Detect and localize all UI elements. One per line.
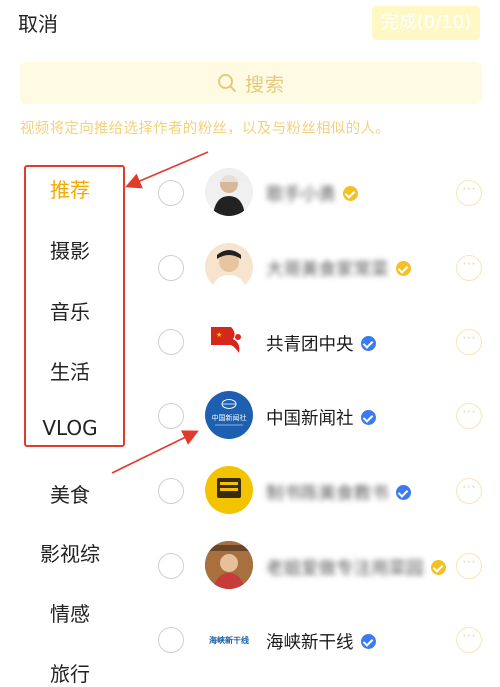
avatar: [205, 466, 253, 514]
more-icon[interactable]: ⋯: [456, 627, 482, 653]
more-icon[interactable]: ⋯: [456, 553, 482, 579]
done-button[interactable]: 完成(0/10): [372, 6, 480, 40]
svg-text:★: ★: [216, 331, 222, 339]
more-icon[interactable]: ⋯: [456, 180, 482, 206]
author-name[interactable]: 大哥美食家常菜: [266, 256, 411, 281]
author-name[interactable]: 歌手小勇: [266, 181, 358, 206]
search-bar[interactable]: 搜索: [20, 62, 482, 104]
author-name[interactable]: 共青团中央: [266, 331, 376, 356]
select-radio[interactable]: [158, 627, 184, 653]
more-icon[interactable]: ⋯: [456, 403, 482, 429]
search-icon: [217, 74, 236, 92]
category-food[interactable]: 美食: [25, 479, 115, 508]
avatar: ★: [205, 317, 253, 365]
avatar: 海峡新干线: [205, 615, 253, 663]
avatar-logo-text: 中国新闻社: [212, 413, 247, 422]
verified-blue-icon: [360, 336, 376, 351]
more-icon[interactable]: ⋯: [456, 255, 482, 281]
avatar: 中国新闻社: [205, 391, 253, 439]
select-radio[interactable]: [158, 329, 184, 355]
avatar: [205, 168, 253, 216]
select-radio[interactable]: [158, 553, 184, 579]
select-radio[interactable]: [158, 478, 184, 504]
annotation-highlight-box: [24, 165, 125, 447]
author-name[interactable]: 制书陈美食教书: [266, 480, 411, 505]
author-name[interactable]: 海峡新干线: [266, 629, 376, 654]
select-radio[interactable]: [158, 180, 184, 206]
verified-gold-icon: [395, 261, 411, 276]
verified-gold-icon: [343, 186, 358, 201]
category-emotion[interactable]: 情感: [25, 598, 115, 627]
verified-gold-icon: [430, 560, 446, 575]
select-radio[interactable]: [158, 255, 184, 281]
hint-text: 视频将定向推给选择作者的粉丝，以及与粉丝相似的人。: [20, 121, 390, 137]
verified-blue-icon: [360, 634, 376, 649]
select-radio[interactable]: [158, 403, 184, 429]
search-placeholder: 搜索: [244, 73, 285, 96]
more-icon[interactable]: ⋯: [456, 329, 482, 355]
avatar-logo-text: 海峡新干线: [209, 635, 249, 645]
author-name[interactable]: 中国新闻社: [266, 405, 376, 430]
avatar: [205, 541, 253, 589]
verified-blue-icon: [360, 410, 376, 425]
more-icon[interactable]: ⋯: [456, 478, 482, 504]
author-name[interactable]: 老姐爱做专注用菜园: [266, 555, 446, 580]
verified-blue-icon: [395, 485, 411, 500]
avatar: [205, 243, 253, 291]
cancel-button[interactable]: 取消: [18, 8, 58, 37]
category-film-tv[interactable]: 影视综: [25, 538, 115, 567]
